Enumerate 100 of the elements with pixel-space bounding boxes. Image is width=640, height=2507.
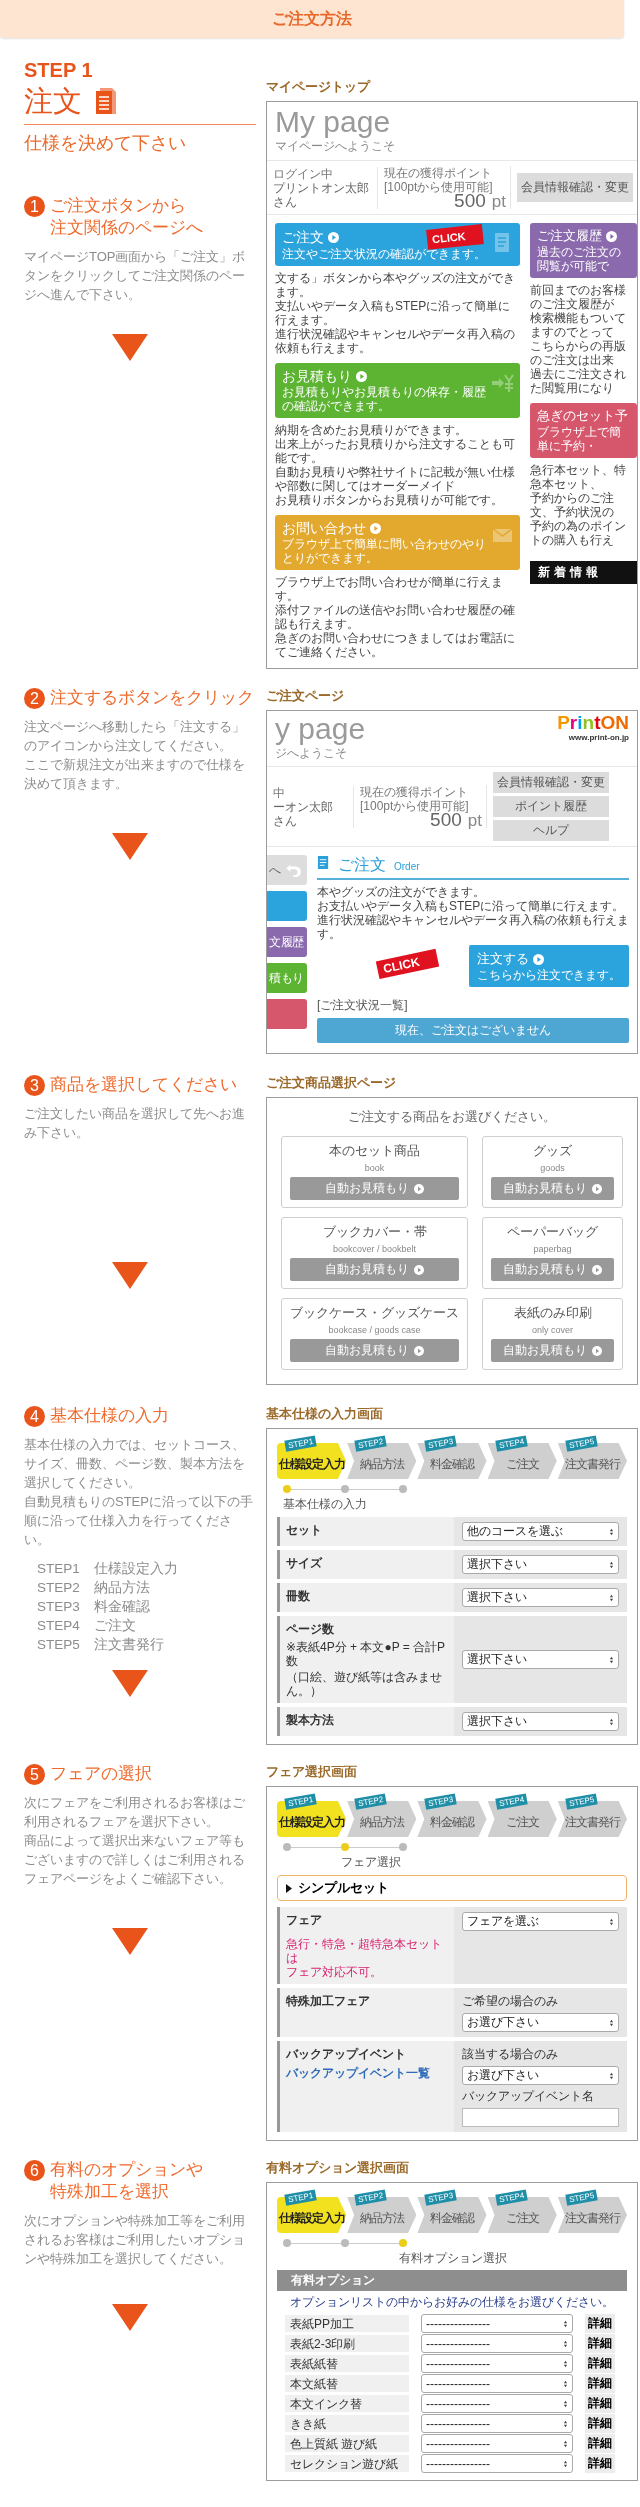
dropdown[interactable]: ---------------- <box>421 2334 573 2353</box>
dropdown[interactable]: ---------------- <box>421 2434 573 2453</box>
menu-button[interactable]: 会員情報確認・変更 <box>517 173 633 202</box>
down-arrow-icon <box>112 1928 148 1955</box>
field-caption: バックアップイベント名 <box>461 2088 595 2105</box>
step-label: 注文書発行 <box>564 1813 620 1831</box>
menu-card[interactable]: ご注文 CLICK 注文やご注文状況の確認ができます。 <box>275 223 520 266</box>
step-title: 注文するボタンをクリック <box>50 687 254 709</box>
detail-button[interactable]: 詳細 <box>585 2394 615 2413</box>
points-label: 現在の獲得ポイント <box>384 166 493 180</box>
step-description: ご注文したい商品を選択して先へお進み下さい。 <box>24 1105 246 1142</box>
product-name: ブックカバー・帯 <box>321 1224 428 1241</box>
card-description: 出来上がったお見積りから注文することも可能です。 <box>275 437 516 465</box>
updown-arrow-icon <box>609 2018 614 2027</box>
menu-tile[interactable]: へ <box>267 855 307 885</box>
dropdown[interactable]: 選択下さい <box>461 1555 619 1574</box>
card-subtitle: ブラウザ上で簡単に予約・ <box>537 425 622 453</box>
menu-card[interactable]: ご注文履歴 過去のご注文の閲覧が可能で <box>530 223 637 278</box>
step-description: 次にフェアをご利用されるお客様はご利用されるフェアを選択下さい。 <box>24 1794 246 1831</box>
prompt-text: ご注文する商品をお選びください。 <box>347 1108 557 1126</box>
menu-tile[interactable]: 文履歴 <box>267 927 307 957</box>
card-description: 文する」ボタンから本やグッズの注文ができます。 <box>275 271 516 299</box>
card-description: 検索機能もついてますのでとって <box>530 311 627 339</box>
option-label: 表紙紙替 <box>285 2355 409 2372</box>
dropdown[interactable]: お選び下さい <box>461 2013 619 2032</box>
menu-button[interactable]: 会員情報確認・変更 <box>493 772 609 793</box>
updown-arrow-icon <box>609 1655 614 1664</box>
dropdown[interactable]: ---------------- <box>421 2394 573 2413</box>
detail-button[interactable]: 詳細 <box>585 2414 615 2433</box>
user-name: プリントオン太郎 <box>273 180 369 195</box>
updown-arrow-icon <box>563 2459 568 2468</box>
dropdown[interactable]: ---------------- <box>421 2354 573 2373</box>
event-list-link[interactable]: バックアップイベント一覧 <box>286 2065 448 2082</box>
step-description: ここで新規注文が出来ますので仕様を決めて頂きます。 <box>24 756 246 793</box>
detail-button[interactable]: 詳細 <box>585 2334 615 2353</box>
dropdown[interactable]: ---------------- <box>421 2454 573 2473</box>
detail-button[interactable]: 詳細 <box>585 2314 615 2333</box>
news-heading: 新着情報 <box>530 561 637 584</box>
detail-button[interactable]: 詳細 <box>585 2354 615 2373</box>
step-list-text: 納品方法 <box>93 1579 151 1597</box>
play-icon <box>606 230 617 242</box>
play-icon <box>356 370 367 382</box>
dropdown[interactable]: フェアを選ぶ <box>461 1912 619 1931</box>
option-label: 本文紙替 <box>285 2375 409 2392</box>
menu-card[interactable]: 急ぎのセット予 ブラウザ上で簡単に予約・ <box>530 403 637 458</box>
play-icon <box>592 1345 602 1356</box>
points-value: 500 <box>430 813 462 827</box>
detail-button[interactable]: 詳細 <box>585 2434 615 2453</box>
card-subtitle: 注文やご注文状況の確認ができます。 <box>282 247 487 261</box>
detail-button[interactable]: 詳細 <box>585 2454 615 2473</box>
card-subtitle: ブラウザ上で簡単に問い合わせのやりとりができます。 <box>282 537 487 565</box>
step-label: ご注文 <box>505 1455 539 1473</box>
detail-button[interactable]: 詳細 <box>585 2374 615 2393</box>
updown-arrow-icon <box>563 2359 568 2368</box>
honorific: さん <box>273 194 297 209</box>
product-subtitle: goods <box>539 1163 566 1173</box>
dropdown[interactable]: 選択下さい <box>461 1588 619 1607</box>
tile-label: 積もり <box>269 969 304 987</box>
menu-button[interactable]: ポイント履歴 <box>493 796 609 817</box>
step-title: 商品を選択してください <box>50 1074 237 1096</box>
dropdown[interactable]: お選び下さい <box>461 2066 619 2085</box>
step-title: 有料のオプションや <box>50 2159 203 2181</box>
menu-button[interactable]: ヘルプ <box>493 820 609 841</box>
points-label: 現在の獲得ポイント <box>360 785 469 799</box>
step-description: 次にオプションや特殊加工等をご利用されるお客様はご利用したいオプションや特殊加工を選択してください。 <box>24 2212 246 2268</box>
dropdown[interactable]: 選択下さい <box>461 1650 619 1669</box>
step-label: 料金確認 <box>430 1455 474 1473</box>
card-description: 急ぎのお問い合わせにつきましてはお電話にてご連絡ください。 <box>275 631 516 659</box>
step-tag: STEP2 <box>354 1435 388 1452</box>
menu-tile[interactable] <box>267 999 307 1029</box>
step-tag: STEP3 <box>424 1793 458 1810</box>
step-list-label: STEP3 <box>37 1598 80 1616</box>
login-label: ログイン中 <box>273 166 334 181</box>
empty-orders-bar: 現在、ご注文はございません <box>317 1018 629 1043</box>
logo: PrintON <box>557 713 629 733</box>
play-icon <box>414 1183 424 1194</box>
step-number: 6 <box>24 2160 45 2181</box>
card-description: 予約の為のポイントの購入も行え <box>530 519 627 547</box>
dropdown[interactable]: 他のコースを選ぶ <box>461 1522 619 1541</box>
text-input[interactable] <box>461 2108 619 2127</box>
option-label: 表紙PP加工 <box>285 2315 409 2332</box>
step-list-label: STEP1 <box>37 1560 80 1578</box>
menu-tile[interactable] <box>267 891 307 921</box>
step-description: 注文ページへ移動したら「注文する」のアイコンから注文してください。 <box>24 718 246 755</box>
play-icon <box>533 953 544 965</box>
down-arrow-icon <box>112 334 148 361</box>
step-tag: STEP1 <box>284 1793 318 1810</box>
card-title: ご注文履歴 <box>537 227 602 245</box>
field-label: ページ数 <box>286 1621 335 1638</box>
step-list-label: STEP5 <box>37 1636 80 1654</box>
dropdown[interactable]: ---------------- <box>421 2314 573 2333</box>
dropdown[interactable]: ---------------- <box>421 2414 573 2433</box>
step-tag: STEP4 <box>494 1793 528 1810</box>
dropdown[interactable]: ---------------- <box>421 2374 573 2393</box>
product-subtitle: book <box>363 1163 386 1173</box>
dropdown[interactable]: 選択下さい <box>461 1712 619 1731</box>
updown-arrow-icon <box>563 2319 568 2328</box>
step-title: 基本仕様の入力 <box>50 1405 169 1427</box>
click-badge: CLICK <box>426 224 484 250</box>
step-label: 仕様設定入力 <box>278 1455 345 1473</box>
